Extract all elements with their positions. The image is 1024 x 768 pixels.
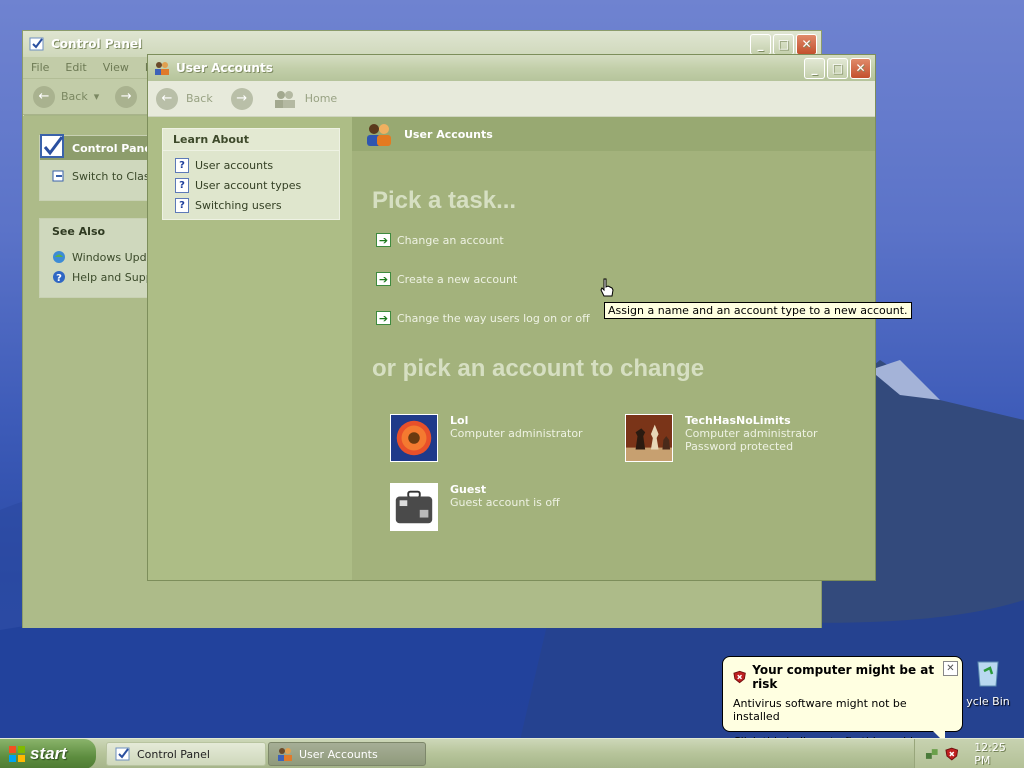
task-change-logon[interactable]: ➔ Change the way users log on or off xyxy=(376,311,590,325)
close-button[interactable]: ✕ xyxy=(796,33,817,55)
flower-picture-icon xyxy=(390,414,438,462)
back-label[interactable]: Back xyxy=(61,90,88,103)
start-label: start xyxy=(30,744,67,763)
menu-view[interactable]: View xyxy=(103,61,129,74)
account-status: Guest account is off xyxy=(450,496,560,509)
balloon-title: Your computer might be at risk xyxy=(752,663,935,691)
hand-cursor-icon xyxy=(600,278,614,297)
system-tray: 12:25 PM xyxy=(914,739,1024,768)
taskbar-button-control-panel[interactable]: Control Panel xyxy=(106,742,266,766)
learn-item-label: User accounts xyxy=(195,158,274,172)
maximize-button[interactable]: □ xyxy=(827,57,848,79)
forward-arrow-icon[interactable]: → xyxy=(230,87,253,110)
learn-switching-users-link[interactable]: ? Switching users xyxy=(163,195,339,215)
pick-task-heading: Pick a task... xyxy=(372,187,517,214)
main-pane: User Accounts Pick a task... ➔ Change an… xyxy=(352,117,875,580)
menu-file[interactable]: File xyxy=(31,61,49,74)
learn-item-label: Switching users xyxy=(195,198,282,212)
back-arrow-icon[interactable]: ← xyxy=(33,85,55,108)
taskbar-button-label: Control Panel xyxy=(137,747,210,761)
windows-update-label: Windows Updat xyxy=(72,250,158,264)
tooltip: Assign a name and an account type to a n… xyxy=(604,302,912,319)
switch-view-icon xyxy=(52,170,64,182)
user-accounts-icon xyxy=(155,62,169,75)
network-icon[interactable] xyxy=(925,747,939,761)
task-label: Create a new account xyxy=(397,272,518,286)
green-arrow-icon: ➔ xyxy=(376,272,391,286)
task-create-account[interactable]: ➔ Create a new account xyxy=(376,272,517,286)
toolbar: ← Back → Home xyxy=(148,81,875,117)
green-arrow-icon: ➔ xyxy=(376,233,391,247)
balloon-close-button[interactable]: ✕ xyxy=(943,661,958,676)
taskbar-button-label: User Accounts xyxy=(299,747,378,761)
window-title: User Accounts xyxy=(176,61,273,75)
left-pane: Learn About ? User accounts ? User accou… xyxy=(148,117,352,580)
back-label[interactable]: Back xyxy=(186,92,213,105)
account-name: TechHasNoLimits xyxy=(685,414,791,427)
close-button[interactable]: ✕ xyxy=(850,57,871,79)
security-balloon[interactable]: Your computer might be at risk Antivirus… xyxy=(722,656,963,748)
account-lol[interactable]: Lol Computer administrator xyxy=(390,414,583,462)
account-status: Password protected xyxy=(685,440,794,453)
balloon-line-1: Antivirus software might not be installe… xyxy=(733,697,907,723)
maximize-button[interactable]: □ xyxy=(773,33,794,55)
windows-update-icon xyxy=(53,251,65,263)
clock[interactable]: 12:25 PM xyxy=(974,741,1024,767)
task-label: Change the way users log on or off xyxy=(397,311,590,325)
recycle-bin-icon xyxy=(977,661,999,687)
control-panel-icon xyxy=(115,747,130,761)
green-arrow-icon: ➔ xyxy=(376,311,391,325)
learn-about-title: Learn About xyxy=(163,129,339,151)
forward-arrow-icon[interactable]: → xyxy=(115,85,138,108)
menu-edit[interactable]: Edit xyxy=(65,61,86,74)
control-panel-large-icon xyxy=(40,134,64,158)
chess-picture-icon xyxy=(625,414,673,462)
account-name: Lol xyxy=(450,414,469,427)
security-shield-icon xyxy=(733,670,746,684)
back-dropdown-icon[interactable]: ▾ xyxy=(94,90,100,103)
minimize-button[interactable]: _ xyxy=(804,57,825,79)
learn-user-accounts-link[interactable]: ? User accounts xyxy=(163,155,339,175)
user-accounts-icon xyxy=(278,748,292,761)
account-techhasnolimits[interactable]: TechHasNoLimits Computer administrator P… xyxy=(625,414,818,462)
control-panel-icon xyxy=(29,37,44,51)
suitcase-picture-icon xyxy=(390,483,438,531)
security-shield-icon[interactable] xyxy=(945,747,959,761)
help-question-icon: ? xyxy=(175,177,189,193)
svg-text:?: ? xyxy=(56,273,62,284)
recycle-bin-label: ycle Bin xyxy=(966,695,1010,708)
start-button[interactable]: start xyxy=(0,739,96,768)
help-question-icon: ? xyxy=(175,157,189,173)
account-type: Computer administrator xyxy=(450,427,583,440)
learn-item-label: User account types xyxy=(195,178,302,192)
account-name: Guest xyxy=(450,483,487,496)
help-question-icon: ? xyxy=(175,197,189,213)
back-arrow-icon[interactable]: ← xyxy=(156,87,178,110)
account-type: Computer administrator xyxy=(685,427,818,440)
home-users-icon[interactable] xyxy=(273,89,297,109)
user-accounts-titlebar[interactable]: User Accounts _ □ ✕ xyxy=(148,55,875,81)
windows-logo-icon xyxy=(9,746,25,762)
main-header-title: User Accounts xyxy=(404,127,493,141)
help-icon: ? xyxy=(53,271,65,284)
taskbar: start Control Panel User Accounts 12:25 … xyxy=(0,738,1024,768)
minimize-button[interactable]: _ xyxy=(750,33,771,55)
recycle-bin-desktop-icon[interactable]: ycle Bin xyxy=(958,656,1018,708)
pick-account-heading: or pick an account to change xyxy=(372,355,705,382)
task-label: Change an account xyxy=(397,233,504,247)
taskbar-button-user-accounts[interactable]: User Accounts xyxy=(268,742,426,766)
window-title: Control Panel xyxy=(51,37,143,51)
task-change-account[interactable]: ➔ Change an account xyxy=(376,233,504,247)
account-guest[interactable]: Guest Guest account is off xyxy=(390,483,560,531)
learn-account-types-link[interactable]: ? User account types xyxy=(163,175,339,195)
home-label[interactable]: Home xyxy=(305,92,337,105)
user-accounts-large-icon xyxy=(367,124,391,146)
learn-about-box: Learn About ? User accounts ? User accou… xyxy=(162,128,340,220)
switch-to-classic-label: Switch to Class xyxy=(72,169,156,183)
main-header: User Accounts xyxy=(352,117,875,151)
